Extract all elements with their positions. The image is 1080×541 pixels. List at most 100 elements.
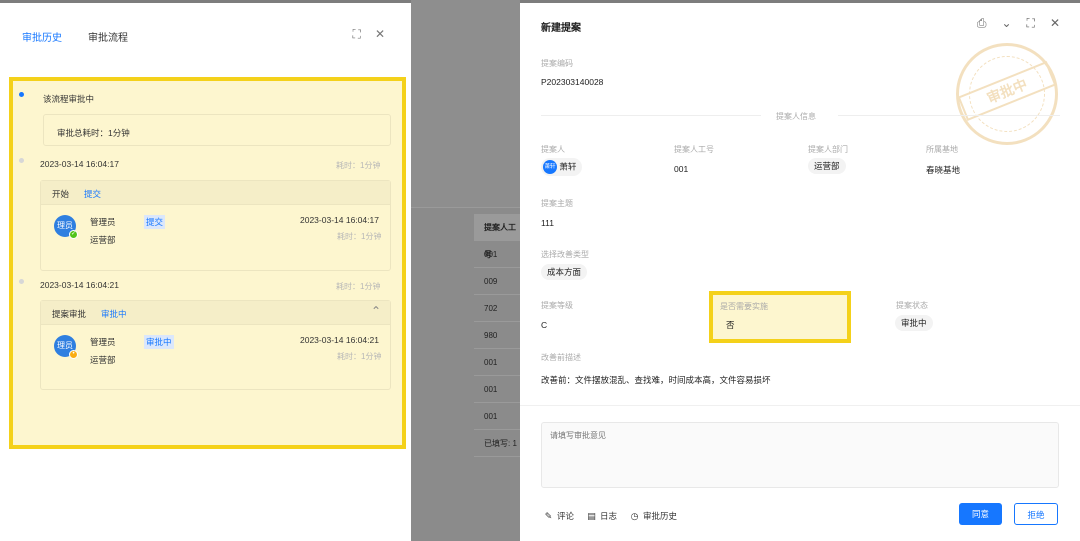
implement: 否 — [726, 320, 735, 330]
implement-field-highlight: 是否需要实施 否 — [709, 291, 851, 343]
drawer-title: 新建提案 — [541, 23, 581, 34]
avatar: 理员 ✓ — [54, 215, 78, 239]
timeline-dot-active — [19, 92, 24, 97]
approval-history-link-label: 审批历史 — [643, 511, 678, 521]
proposal-no-label: 提案编码 — [541, 59, 573, 68]
table-cell: 001 — [474, 349, 520, 376]
tab-approval-flow[interactable]: 审批流程 — [88, 29, 128, 44]
table-header: 提案人工号 — [474, 214, 520, 259]
drawer-tabs: 审批历史 审批流程 — [22, 29, 128, 44]
section-title: 提案人信息 — [776, 112, 816, 121]
comment-link[interactable]: ✎ 评论 — [543, 510, 574, 522]
dept-chip: 运营部 — [808, 158, 846, 174]
timeline-dot — [19, 279, 24, 284]
history-icon: ◷ — [630, 511, 639, 521]
close-icon[interactable]: ✕ — [375, 27, 385, 42]
new-proposal-drawer: 新建提案 ⎙ ⌄ ⛶ ✕ 审批中 提案编码 P202303140028 提案人信… — [520, 3, 1080, 541]
step-card: 开始 提交 理员 ✓ 管理员 提交 运营部 2023-03-14 16:04:1… — [40, 180, 391, 271]
step-elapsed: 耗时：1分钟 — [336, 161, 381, 170]
status-label: 提案状态 — [896, 301, 928, 310]
chevron-up-icon[interactable]: ⌃ — [371, 304, 381, 318]
divider — [838, 115, 1060, 116]
approver-name: 管理员 — [90, 337, 116, 347]
action-datetime: 2023-03-14 16:04:21 — [300, 335, 379, 345]
proposer-chip: 萧轩 萧轩 — [541, 158, 583, 176]
step-card-header: 开始 提交 — [41, 181, 390, 205]
log-link[interactable]: ▤ 日志 — [586, 510, 617, 522]
desc: 改善前：文件摆放混乱、查找难，时间成本高，文件容易损坏 — [541, 375, 771, 385]
drawer-actions: ⎙ ⌄ ⛶ ✕ — [977, 16, 1060, 31]
chevron-down-icon[interactable]: ⌄ — [1001, 16, 1011, 31]
print-icon[interactable]: ⎙ — [977, 16, 987, 31]
action-tag: 审批中 — [144, 335, 174, 349]
table-cell: 702 — [474, 295, 520, 322]
approval-history-link[interactable]: ◷ 审批历史 — [629, 510, 677, 522]
emp-no: 001 — [674, 164, 689, 174]
subject-label: 提案主题 — [541, 199, 573, 208]
proposer-label: 提案人 — [541, 145, 565, 154]
base: 春晓基地 — [926, 165, 961, 175]
timeline-dot — [19, 158, 24, 163]
avatar-text: 理员 — [57, 221, 73, 230]
step-time: 2023-03-14 16:04:21 — [40, 280, 119, 290]
step-head-label: 开始 — [52, 189, 70, 199]
divider — [541, 115, 761, 116]
type-label: 选择改善类型 — [541, 250, 589, 259]
background-header-area — [411, 0, 520, 208]
timeline-highlight: 该流程审批中 审批总耗时：1分钟 2023-03-14 16:04:17 耗时：… — [9, 77, 406, 449]
table-cell: 001 — [474, 376, 520, 403]
approve-button[interactable]: 同意 — [959, 503, 1002, 525]
step-elapsed: 耗时：1分钟 — [336, 282, 381, 291]
approval-history-drawer: 审批历史 审批流程 ⛶ ✕ 该流程审批中 审批总耗时：1分钟 2023-03-1… — [0, 3, 411, 541]
status-chip: 审批中 — [895, 315, 933, 331]
approval-footer: ✎ 评论 ▤ 日志 ◷ 审批历史 同意 拒绝 — [520, 405, 1080, 541]
footer-links: ✎ 评论 ▤ 日志 ◷ 审批历史 — [543, 510, 677, 522]
approver-dept: 运营部 — [90, 355, 116, 365]
close-icon[interactable]: ✕ — [1050, 16, 1060, 31]
action-spent: 耗时：1分钟 — [337, 232, 382, 241]
type-chip: 成本方面 — [541, 264, 588, 280]
avatar-text: 理员 — [57, 341, 73, 350]
total-time: 审批总耗时：1分钟 — [57, 128, 130, 138]
background-table-column: 提案人工号 001 009 702 980 001 001 001 已填写: 1 — [474, 214, 520, 457]
action-spent: 耗时：1分钟 — [337, 352, 382, 361]
reject-button[interactable]: 拒绝 — [1014, 503, 1058, 525]
comment-input[interactable] — [541, 422, 1059, 488]
proposer-name: 萧轩 — [559, 161, 577, 172]
table-footer: 已填写: 1 — [474, 430, 520, 457]
step-time: 2023-03-14 16:04:17 — [40, 159, 119, 169]
implement-label: 是否需要实施 — [720, 302, 768, 311]
proposal-no: P202303140028 — [541, 77, 604, 87]
table-cell: 980 — [474, 322, 520, 349]
comment-icon: ✎ — [544, 511, 553, 521]
desc-label: 改善前描述 — [541, 353, 581, 362]
step-card-header: 提案审批 审批中 ⌃ — [41, 301, 390, 325]
pending-clock-icon: • — [69, 350, 78, 359]
step-card: 提案审批 审批中 ⌃ 理员 • 管理员 审批中 运营部 2023-03-14 1… — [40, 300, 391, 390]
fullscreen-icon[interactable]: ⛶ — [353, 27, 361, 42]
flow-status: 该流程审批中 — [43, 94, 95, 104]
drawer-actions: ⛶ ✕ — [353, 27, 385, 42]
approver-dept: 运营部 — [90, 235, 116, 245]
approval-stamp: 审批中 — [956, 43, 1058, 145]
table-cell: 009 — [474, 268, 520, 295]
table-cell: 001 — [474, 241, 520, 268]
step-head-tag: 提交 — [84, 189, 102, 199]
action-tag: 提交 — [144, 215, 166, 229]
log-link-label: 日志 — [600, 511, 618, 521]
base-label: 所属基地 — [926, 145, 958, 154]
total-time-card: 审批总耗时：1分钟 — [43, 114, 391, 146]
step-head-label: 提案审批 — [52, 309, 87, 319]
log-icon: ▤ — [587, 511, 596, 521]
action-datetime: 2023-03-14 16:04:17 — [300, 215, 379, 225]
approved-check-icon: ✓ — [69, 230, 78, 239]
level: C — [541, 320, 548, 330]
table-cell: 001 — [474, 403, 520, 430]
avatar: 理员 • — [54, 335, 78, 359]
dept-label: 提案人部门 — [808, 145, 848, 154]
tab-approval-history[interactable]: 审批历史 — [22, 29, 62, 44]
comment-link-label: 评论 — [557, 511, 575, 521]
fullscreen-icon[interactable]: ⛶ — [1027, 16, 1035, 31]
emp-no-label: 提案人工号 — [674, 145, 714, 154]
step-head-tag: 审批中 — [101, 309, 127, 319]
